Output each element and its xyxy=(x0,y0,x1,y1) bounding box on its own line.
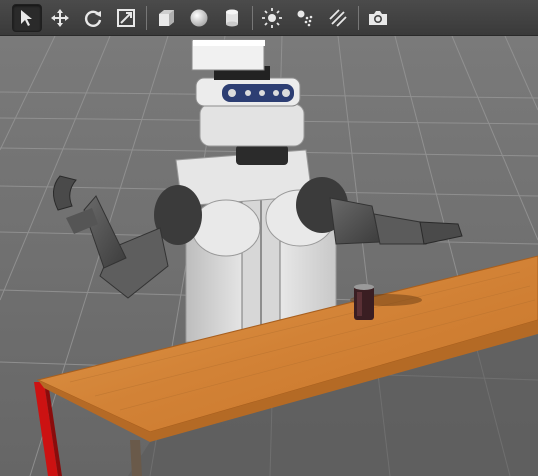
rotate-icon xyxy=(84,10,102,27)
rotate-mode-button[interactable] xyxy=(78,4,108,32)
toolbar-separator xyxy=(252,5,253,30)
translate-mode-button[interactable] xyxy=(45,4,75,32)
toolbar xyxy=(0,0,538,36)
box-icon xyxy=(159,9,174,26)
sphere-icon xyxy=(190,9,208,26)
simulator-window xyxy=(0,0,538,476)
camera-icon xyxy=(369,10,387,25)
directional-light-icon xyxy=(329,8,347,27)
insert-cylinder-button[interactable] xyxy=(217,4,247,32)
insert-sphere-button[interactable] xyxy=(184,4,214,32)
cylinder-icon xyxy=(226,9,238,26)
point-light-button[interactable] xyxy=(257,4,287,32)
insert-box-button[interactable] xyxy=(151,4,181,32)
spot-light-icon xyxy=(297,10,313,26)
scale-icon xyxy=(117,8,135,27)
toolbar-separator xyxy=(358,5,359,30)
sun-icon xyxy=(262,7,282,28)
move-arrows-icon xyxy=(51,8,69,27)
spot-light-button[interactable] xyxy=(290,4,320,32)
screenshot-button[interactable] xyxy=(363,4,393,32)
select-mode-button[interactable] xyxy=(12,3,42,32)
3d-viewport[interactable] xyxy=(0,36,538,476)
toolbar-separator xyxy=(146,5,147,30)
arrow-cursor-icon xyxy=(21,9,32,26)
directional-light-button[interactable] xyxy=(323,4,353,32)
scale-mode-button[interactable] xyxy=(111,4,141,32)
